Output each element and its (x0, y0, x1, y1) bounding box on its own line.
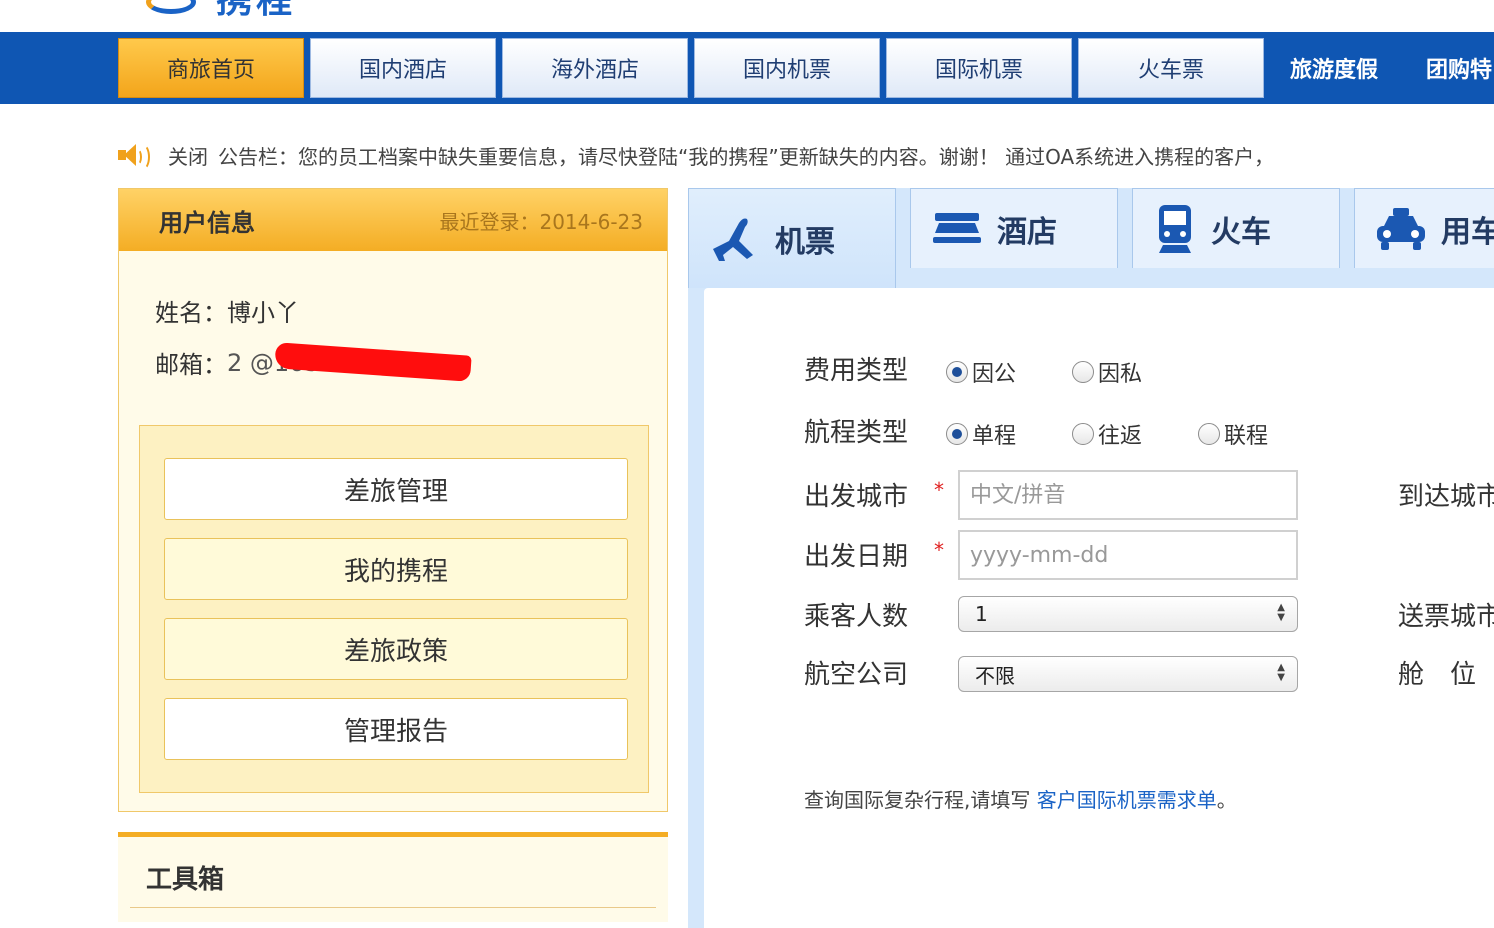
toolbox-title: 工具箱 (146, 865, 225, 895)
expense-option-label: 因私 (1098, 362, 1143, 387)
speaker-icon (118, 141, 152, 170)
airline-select[interactable]: 不限 ▲ ▼ (958, 656, 1298, 692)
trip-option-label: 单程 (972, 424, 1017, 449)
booking-tab-label: 酒店 (997, 214, 1057, 250)
airline-value: 不限 (975, 663, 1015, 688)
nav-tab-domestic-flight[interactable]: 国内机票 (694, 38, 880, 98)
email-label: 邮箱： (155, 351, 227, 379)
booking-panel: 机票 酒店 火车 用车 费用类型 因公 因私 航程类型 单程 往返 联程 出发城… (688, 188, 1494, 928)
required-mark: * (934, 478, 944, 502)
radio-unselected-icon[interactable] (1072, 423, 1094, 445)
toolbox-panel: 工具箱 (118, 832, 668, 922)
announcement-close-link[interactable]: 关闭 (168, 141, 208, 170)
booking-tab-train[interactable]: 火车 (1132, 188, 1340, 268)
radio-selected-icon[interactable] (946, 423, 968, 445)
main-nav: 商旅首页 国内酒店 海外酒店 国内机票 国际机票 火车票 旅游度假 团购特 (0, 32, 1494, 104)
expense-type-label: 费用类型 (804, 356, 909, 386)
logo-swirl-icon (140, 0, 202, 18)
trip-option-roundtrip[interactable]: 往返 (1072, 418, 1142, 450)
nav-link-group-buy[interactable]: 团购特 (1426, 50, 1492, 86)
user-menu-box: 差旅管理 我的携程 差旅政策 管理报告 (139, 425, 649, 793)
menu-my-ctrip[interactable]: 我的携程 (164, 538, 628, 600)
booking-tab-label: 机票 (775, 224, 835, 260)
required-mark: * (934, 538, 944, 562)
flight-search-form: 费用类型 因公 因私 航程类型 单程 往返 联程 出发城市 * 到达城市 出发日… (704, 288, 1494, 928)
user-info-panel: 用户信息 最近登录：2014-6-23 姓名： 博小丫 邮箱： 2 @163.c… (118, 188, 668, 812)
radio-selected-icon[interactable] (946, 361, 968, 383)
trip-option-multi[interactable]: 联程 (1198, 418, 1268, 450)
passengers-label: 乘客人数 (804, 602, 909, 632)
menu-travel-management[interactable]: 差旅管理 (164, 458, 628, 520)
intl-request-link[interactable]: 客户国际机票需求单 (1037, 788, 1217, 812)
expense-option-business[interactable]: 因公 (946, 356, 1016, 388)
depart-date-input[interactable] (958, 530, 1298, 580)
name-label: 姓名： (155, 299, 227, 327)
note-text: 查询国际复杂行程,请填写 (804, 788, 1031, 812)
booking-tab-hotel[interactable]: 酒店 (910, 188, 1118, 268)
select-arrows-icon: ▲ ▼ (1277, 662, 1285, 683)
trip-option-label: 联程 (1224, 424, 1269, 449)
note-suffix: 。 (1216, 788, 1237, 812)
expense-option-label: 因公 (972, 362, 1017, 387)
ctrip-logo[interactable]: 携程 (140, 0, 297, 21)
name-row: 姓名： 博小丫 (155, 293, 299, 328)
header-logo-strip: 携程 (0, 0, 1494, 32)
booking-tab-car[interactable]: 用车 (1354, 188, 1494, 268)
plane-icon (713, 218, 753, 261)
select-arrows-icon: ▲ ▼ (1277, 602, 1285, 623)
depart-city-input[interactable] (958, 470, 1298, 520)
train-icon (1159, 204, 1191, 253)
nav-tab-train[interactable]: 火车票 (1078, 38, 1264, 98)
nav-tab-intl-flight[interactable]: 国际机票 (886, 38, 1072, 98)
arrive-city-label: 到达城市 (1398, 482, 1494, 512)
delivery-city-label: 送票城市 (1398, 602, 1494, 632)
booking-tab-label: 用车 (1441, 214, 1494, 250)
passengers-value: 1 (975, 602, 988, 626)
radio-unselected-icon[interactable] (1072, 361, 1094, 383)
cabin-label: 舱 位 (1398, 660, 1477, 690)
depart-date-label: 出发日期 (804, 542, 909, 572)
expense-option-private[interactable]: 因私 (1072, 356, 1142, 388)
nav-tab-business-home[interactable]: 商旅首页 (118, 38, 304, 98)
menu-travel-policy[interactable]: 差旅政策 (164, 618, 628, 680)
email-row: 邮箱： 2 @163.com (155, 342, 472, 382)
passengers-select[interactable]: 1 ▲ ▼ (958, 596, 1298, 632)
user-info-title: 用户信息 (159, 208, 255, 237)
nav-tab-overseas-hotel[interactable]: 海外酒店 (502, 38, 688, 98)
trip-type-label: 航程类型 (804, 418, 909, 448)
logo-text: 携程 (216, 0, 297, 21)
bed-icon (933, 212, 981, 243)
nav-tab-domestic-hotel[interactable]: 国内酒店 (310, 38, 496, 98)
user-info-header: 用户信息 最近登录：2014-6-23 (119, 189, 667, 251)
last-login: 最近登录：2014-6-23 (439, 209, 643, 234)
toolbox-divider (130, 907, 656, 908)
trip-option-oneway[interactable]: 单程 (946, 418, 1016, 450)
trip-option-label: 往返 (1098, 424, 1143, 449)
nav-link-vacation[interactable]: 旅游度假 (1290, 50, 1378, 86)
announcement-text: 公告栏：您的员工档案中缺失重要信息，请尽快登陆“我的携程”更新缺失的内容。谢谢！… (218, 144, 1275, 169)
depart-city-label: 出发城市 (804, 482, 909, 512)
booking-tab-flight[interactable]: 机票 (688, 188, 896, 288)
airline-label: 航空公司 (804, 660, 909, 690)
radio-unselected-icon[interactable] (1198, 423, 1220, 445)
name-value: 博小丫 (227, 299, 299, 327)
menu-management-report[interactable]: 管理报告 (164, 698, 628, 760)
booking-tab-label: 火车 (1211, 214, 1271, 250)
intl-request-note: 查询国际复杂行程,请填写 客户国际机票需求单。 (804, 784, 1237, 813)
car-icon (1377, 207, 1425, 250)
announcement-bar: 关闭 公告栏：您的员工档案中缺失重要信息，请尽快登陆“我的携程”更新缺失的内容。… (118, 138, 1274, 172)
